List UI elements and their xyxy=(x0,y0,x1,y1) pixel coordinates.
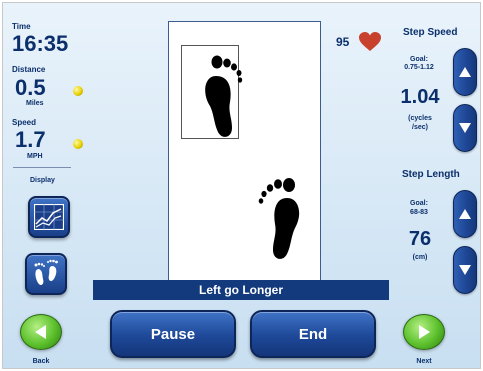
distance-label: Distance xyxy=(12,65,46,74)
heart-rate-value: 95 xyxy=(336,35,350,49)
distance-indicator-dot xyxy=(73,86,83,96)
step-speed-goal-value: 0.75-1.12 xyxy=(404,64,434,71)
distance-value: 0.5 xyxy=(15,75,46,100)
step-length-value: 76 xyxy=(408,228,432,250)
back-label: Back xyxy=(32,358,50,365)
line-chart-icon xyxy=(34,204,64,230)
left-footprint-icon xyxy=(205,55,243,137)
step-length-goal-label: Goal: xyxy=(410,200,428,207)
speed-indicator-dot xyxy=(73,139,83,149)
step-length-decrease-button[interactable] xyxy=(453,246,477,294)
next-button[interactable] xyxy=(403,314,445,350)
step-speed-increase-button[interactable] xyxy=(453,48,477,96)
triangle-up-icon xyxy=(459,67,471,77)
right-footprint-icon xyxy=(258,178,300,259)
step-length-increase-button[interactable] xyxy=(453,190,477,238)
footstep-target-panel xyxy=(168,21,321,281)
step-length-unit: (cm) xyxy=(412,254,428,261)
gait-training-screen: Time 16:35 Distance 0.5 Miles Speed 1.7 … xyxy=(2,2,481,369)
time-value: 16:35 xyxy=(12,31,69,56)
triangle-down-icon xyxy=(459,123,471,133)
step-speed-title: Step Speed xyxy=(403,27,458,38)
divider xyxy=(13,167,71,168)
step-speed-unit-line2: /sec) xyxy=(412,124,428,131)
triangle-up-icon xyxy=(459,209,471,219)
speed-unit: MPH xyxy=(27,153,43,160)
heart-icon xyxy=(359,32,381,51)
next-label: Next xyxy=(416,358,432,365)
pause-button[interactable]: Pause xyxy=(110,310,236,358)
triangle-down-icon xyxy=(459,265,471,275)
feedback-message-banner: Left go Longer xyxy=(93,280,389,300)
arrow-left-icon xyxy=(35,325,46,339)
footprints-icon xyxy=(34,259,58,285)
footprints-view-button[interactable] xyxy=(25,253,67,295)
step-speed-decrease-button[interactable] xyxy=(453,104,477,152)
step-speed-unit-line1: (cycles xyxy=(408,115,432,122)
step-speed-value: 1.04 xyxy=(400,86,440,108)
distance-unit: Miles xyxy=(26,100,44,107)
end-button[interactable]: End xyxy=(250,310,376,358)
step-length-title: Step Length xyxy=(402,169,460,180)
time-label: Time xyxy=(12,22,31,31)
step-length-goal-value: 68-83 xyxy=(410,209,428,216)
arrow-right-icon xyxy=(419,325,430,339)
back-button[interactable] xyxy=(20,314,62,350)
step-speed-goal-label: Goal: xyxy=(410,56,428,63)
chart-view-button[interactable] xyxy=(28,196,70,238)
display-label: Display xyxy=(30,177,55,184)
speed-label: Speed xyxy=(12,118,37,127)
speed-value: 1.7 xyxy=(15,127,46,152)
